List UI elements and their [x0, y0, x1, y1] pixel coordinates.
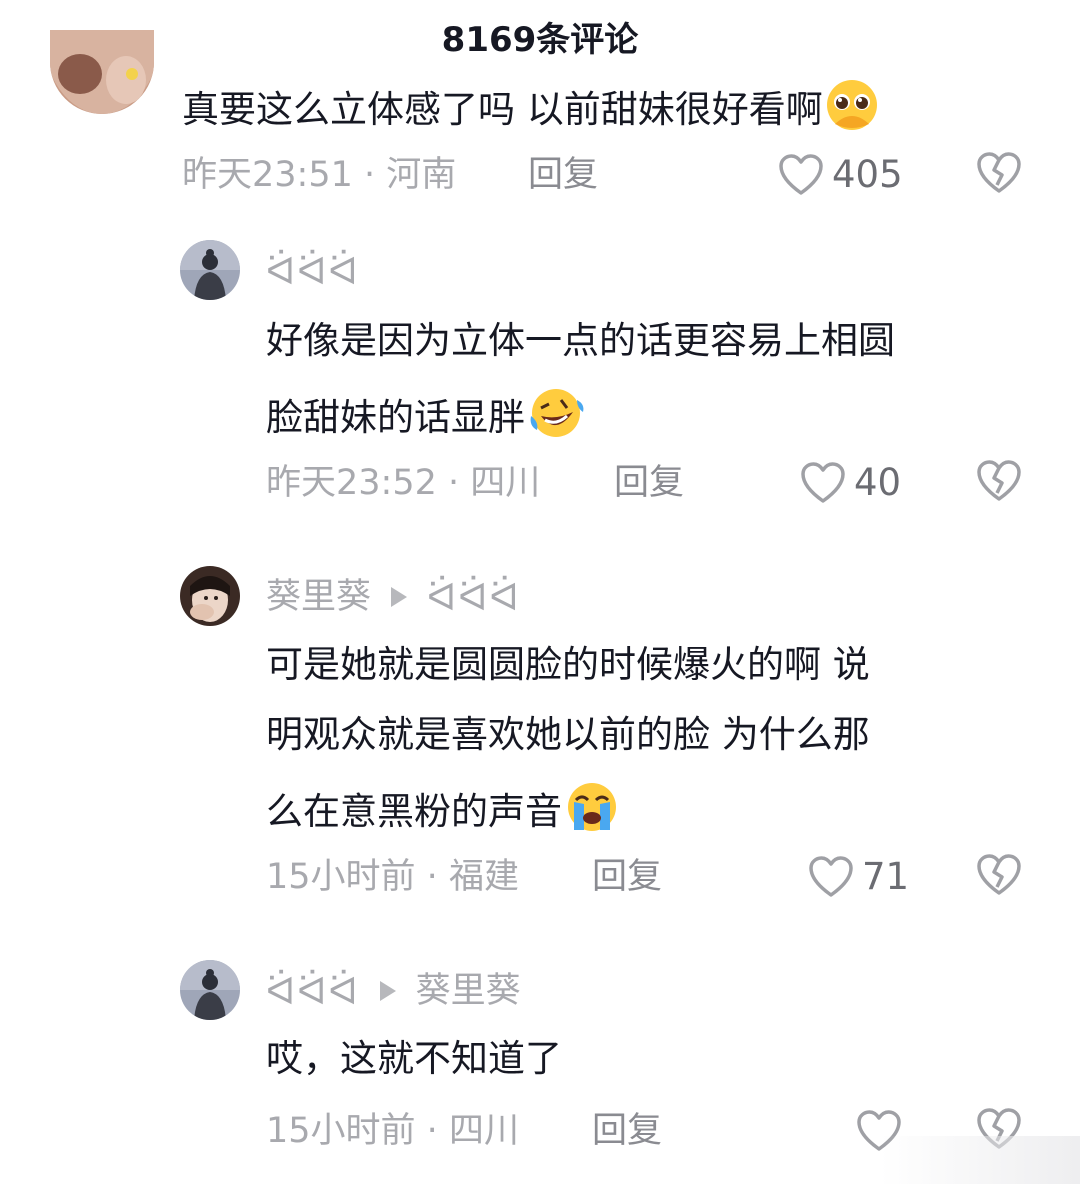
dislike-button[interactable]	[976, 152, 1022, 198]
username[interactable]: 葵里葵 ᐛᐛᐛ	[266, 572, 521, 622]
like-count: 71	[862, 855, 910, 898]
comments-count-title: 8169条评论	[441, 20, 639, 60]
avatar[interactable]	[180, 566, 240, 626]
comment-text: 好像是因为立体一点的话更容易上相圆	[266, 319, 895, 362]
comment-meta: 昨天23:51 · 河南	[182, 155, 457, 195]
reply-button[interactable]: 回复	[592, 852, 662, 902]
comment-text: 脸甜妹的话显胖	[266, 386, 585, 453]
heart-icon	[801, 462, 845, 503]
like-count: 405	[832, 153, 903, 196]
dislike-button[interactable]	[976, 854, 1022, 900]
heart-icon	[809, 856, 853, 897]
like-button[interactable]: 71	[808, 852, 909, 902]
pleading-face-emoji	[825, 78, 879, 145]
reply-button[interactable]: 回复	[614, 458, 684, 508]
username[interactable]: ᐛᐛᐛ 葵里葵	[266, 966, 521, 1016]
comment-text: 真要这么立体感了吗 以前甜妹很好看啊	[182, 78, 879, 145]
dislike-button[interactable]	[976, 460, 1022, 506]
broken-heart-icon	[977, 152, 1021, 193]
broken-heart-icon	[977, 460, 1021, 501]
comment-text: 么在意黑粉的声音	[266, 780, 620, 847]
avatar[interactable]	[50, 30, 154, 114]
heart-icon	[779, 154, 823, 195]
avatar[interactable]	[180, 960, 240, 1020]
comment-meta: 昨天23:52 · 四川	[266, 463, 541, 503]
reply-arrow-icon	[391, 587, 408, 607]
watermark	[880, 1136, 1080, 1184]
avatar[interactable]	[180, 240, 240, 300]
username[interactable]: ᐛᐛᐛ	[266, 246, 360, 296]
reply-button[interactable]: 回复	[592, 1106, 662, 1156]
reply-arrow-icon	[379, 981, 396, 1001]
broken-heart-icon	[977, 854, 1021, 895]
crying-face-emoji	[564, 780, 620, 847]
comment-meta: 15小时前 · 福建	[266, 857, 519, 897]
comment-text: 哎，这就不知道了	[266, 1037, 562, 1080]
rofl-emoji	[527, 386, 585, 453]
like-button[interactable]: 405	[778, 150, 903, 200]
comment-text: 明观众就是喜欢她以前的脸 为什么那	[266, 713, 870, 756]
comment-text: 可是她就是圆圆脸的时候爆火的啊 说	[266, 643, 870, 686]
like-count: 40	[854, 461, 902, 504]
like-button[interactable]: 40	[800, 458, 901, 508]
comment-meta: 15小时前 · 四川	[266, 1111, 519, 1151]
reply-button[interactable]: 回复	[528, 150, 598, 200]
